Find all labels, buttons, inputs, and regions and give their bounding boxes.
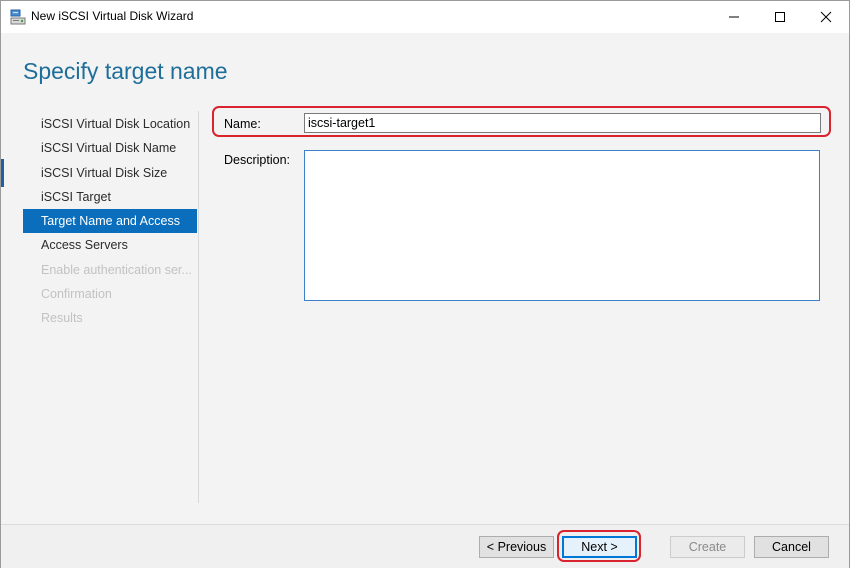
window-edge-accent xyxy=(1,159,4,187)
name-label: Name: xyxy=(224,117,261,131)
window-title: New iSCSI Virtual Disk Wizard xyxy=(31,9,194,23)
step-target-name-and-access[interactable]: Target Name and Access xyxy=(23,209,197,234)
create-button: Create xyxy=(670,536,745,558)
close-button[interactable] xyxy=(803,1,849,33)
step-confirmation: Confirmation xyxy=(41,287,112,302)
page-title: Specify target name xyxy=(23,58,228,84)
next-button[interactable]: Next > xyxy=(562,536,637,558)
maximize-button[interactable] xyxy=(757,1,803,33)
minimize-icon xyxy=(729,16,739,18)
title-bar[interactable]: New iSCSI Virtual Disk Wizard xyxy=(1,1,849,33)
server-disk-icon xyxy=(10,9,26,25)
step-virtual-disk-name[interactable]: iSCSI Virtual Disk Name xyxy=(23,136,197,160)
maximize-icon xyxy=(775,12,785,22)
step-results: Results xyxy=(41,311,83,326)
step-access-servers[interactable]: Access Servers xyxy=(23,233,197,257)
step-virtual-disk-size[interactable]: iSCSI Virtual Disk Size xyxy=(23,161,197,185)
nav-divider xyxy=(198,111,199,503)
wizard-steps-nav: iSCSI Virtual Disk Location iSCSI Virtua… xyxy=(23,112,197,331)
close-icon xyxy=(820,11,832,23)
previous-button[interactable]: < Previous xyxy=(479,536,554,558)
description-textarea[interactable] xyxy=(304,150,820,301)
wizard-window: New iSCSI Virtual Disk Wizard Specify ta… xyxy=(0,0,850,568)
description-label: Description: xyxy=(224,153,290,167)
step-virtual-disk-location[interactable]: iSCSI Virtual Disk Location xyxy=(23,112,197,136)
step-iscsi-target[interactable]: iSCSI Target xyxy=(23,185,197,209)
name-input[interactable] xyxy=(304,113,821,133)
minimize-button[interactable] xyxy=(711,1,757,33)
cancel-button[interactable]: Cancel xyxy=(754,536,829,558)
step-enable-authentication: Enable authentication ser... xyxy=(41,262,192,277)
